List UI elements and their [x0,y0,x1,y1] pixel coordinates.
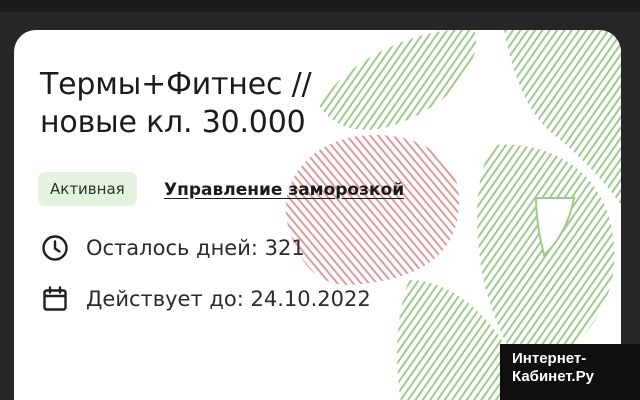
card-title-line-1: Термы+Фитнес // [40,67,312,102]
clock-icon [40,233,70,263]
days-left-row: Осталось дней: 321 [40,232,305,264]
valid-until-row: Действует до: 24.10.2022 [40,283,371,315]
calendar-icon [40,284,70,314]
top-bar [0,0,640,12]
freeze-management-link[interactable]: Управление заморозкой [164,180,404,200]
screen: Термы+Фитнес // новые кл. 30.000 Активна… [0,0,640,400]
watermark-line-2: Кабинет.Ру [512,368,594,385]
valid-until-text: Действует до: 24.10.2022 [86,287,371,311]
card-title: Термы+Фитнес // новые кл. 30.000 [40,66,420,142]
card-title-line-2: новые кл. 30.000 [40,105,306,140]
watermark: Интернет- Кабинет.Ру [500,344,640,400]
watermark-line-1: Интернет- [512,350,587,367]
days-left-text: Осталось дней: 321 [86,236,305,260]
status-badge: Активная [38,172,137,206]
